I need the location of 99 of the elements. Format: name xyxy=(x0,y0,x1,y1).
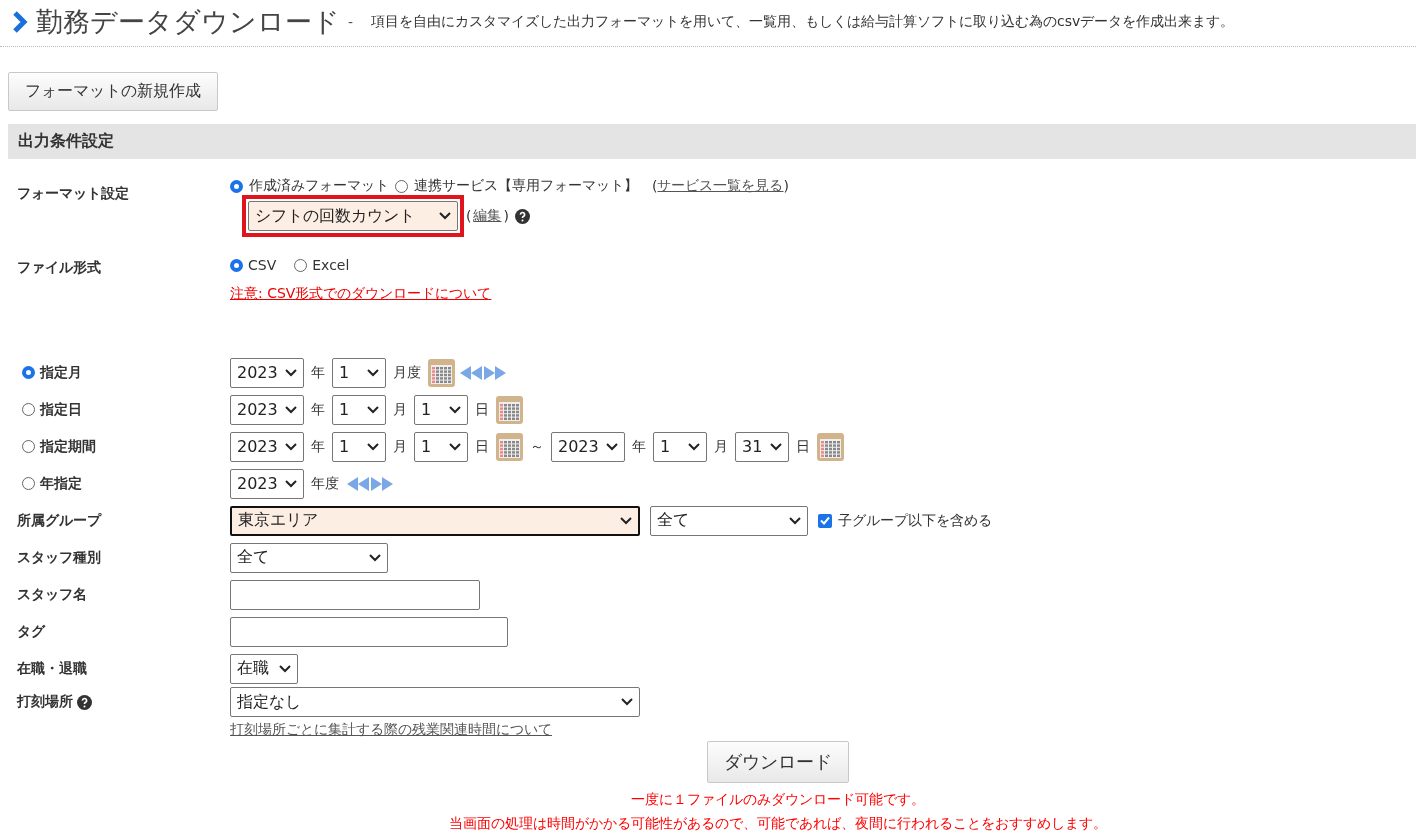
field-label: フォーマット設定 xyxy=(17,184,130,203)
field-label: 在職・退職 xyxy=(17,659,88,678)
new-format-button[interactable]: フォーマットの新規作成 xyxy=(8,72,218,111)
period-label: 指定月 xyxy=(40,363,82,382)
chevron-down-icon xyxy=(285,479,297,488)
chevron-down-icon xyxy=(369,553,381,562)
chevron-down-icon xyxy=(367,442,379,451)
parenthesis-text: ( xyxy=(652,178,658,194)
help-icon[interactable] xyxy=(77,694,92,710)
radio-label: 連携サービス【専用フォーマット】 xyxy=(414,177,638,195)
calendar-icon[interactable] xyxy=(428,358,455,387)
chevron-down-icon xyxy=(770,442,782,451)
chevron-down-icon xyxy=(449,442,461,451)
fast-forward-icon[interactable] xyxy=(370,475,394,492)
unit-label: 年 xyxy=(311,437,325,456)
chevron-down-icon xyxy=(367,368,379,377)
unit-label: 月 xyxy=(393,437,407,456)
chevron-right-icon xyxy=(12,11,28,33)
chevron-down-icon xyxy=(285,442,297,451)
unit-label: 日 xyxy=(475,400,489,419)
unit-label: 年 xyxy=(311,400,325,419)
field-label: スタッフ種別 xyxy=(17,548,102,567)
chevron-down-icon xyxy=(439,212,451,220)
period-label: 指定期間 xyxy=(40,437,96,456)
dropdown[interactable]: 2023 xyxy=(230,394,304,425)
unit-label: 月 xyxy=(714,437,728,456)
chevron-down-icon xyxy=(449,405,461,414)
period-label: 指定日 xyxy=(40,400,82,419)
rewind-icon[interactable] xyxy=(459,364,483,381)
unit-label: 年度 xyxy=(311,474,339,493)
unit-label: 日 xyxy=(475,437,489,456)
unit-label: 年 xyxy=(632,437,646,456)
radio-button[interactable] xyxy=(22,366,35,379)
dropdown[interactable]: 1 xyxy=(414,431,468,462)
dropdown[interactable]: 2023 xyxy=(230,357,304,388)
calendar-icon[interactable] xyxy=(817,432,844,461)
page-title: 勤務データダウンロード xyxy=(36,5,340,39)
field-label: タグ xyxy=(17,622,47,641)
dropdown[interactable]: 指定なし xyxy=(230,687,640,717)
service-list-link[interactable]: サービス一覧を見る xyxy=(657,177,784,195)
dropdown[interactable]: 全て xyxy=(650,505,808,536)
unit-label: 月度 xyxy=(393,363,421,382)
warning-note: 当画面の処理は時間がかかる可能性があるので、可能であれば、夜間に行われることをおすすめします。 xyxy=(449,814,1107,833)
checkbox-label: 子グループ以下を含める xyxy=(838,511,992,530)
unit-label: 年 xyxy=(311,363,325,382)
dropdown[interactable]: 2023 xyxy=(230,468,304,499)
chevron-down-icon xyxy=(620,516,632,525)
chevron-down-icon xyxy=(367,405,379,414)
parenthesis-text: ) xyxy=(783,178,789,194)
chevron-down-icon xyxy=(789,516,801,525)
chevron-down-icon xyxy=(621,698,633,706)
page-description: 項目を自由にカスタマイズした出力フォーマットを用いて、一覧用、もしくは給与計算ソフトに取り込む為のcsvデータを作成出来ます。 xyxy=(371,13,1235,31)
dropdown[interactable]: 1 xyxy=(332,431,386,462)
dropdown[interactable]: 31 xyxy=(735,431,789,462)
radio-label: Excel xyxy=(312,257,350,273)
dropdown[interactable]: 全て xyxy=(230,542,388,573)
chevron-down-icon xyxy=(285,405,297,414)
edit-link[interactable]: 編集 xyxy=(473,207,502,225)
help-icon[interactable] xyxy=(514,208,530,224)
calendar-icon[interactable] xyxy=(496,432,523,461)
rewind-icon[interactable] xyxy=(346,475,370,492)
field-label: 打刻場所 xyxy=(17,693,73,711)
dropdown[interactable]: 1 xyxy=(414,394,468,425)
dropdown[interactable]: 1 xyxy=(653,431,707,462)
warning-note: 一度に１ファイルのみダウンロード可能です。 xyxy=(631,790,925,809)
radio-button[interactable] xyxy=(230,179,243,193)
radio-button[interactable] xyxy=(230,258,243,272)
csv-warning-link[interactable]: 注意: CSV形式でのダウンロードについて xyxy=(230,285,492,303)
field-label: スタッフ名 xyxy=(17,585,88,604)
dropdown[interactable]: 在職 xyxy=(230,653,298,684)
format-dropdown[interactable]: シフトの回数カウント xyxy=(248,201,458,231)
separator-text: - xyxy=(348,14,354,30)
fast-forward-icon[interactable] xyxy=(483,364,507,381)
dropdown[interactable]: 2023 xyxy=(230,431,304,462)
chevron-down-icon xyxy=(606,442,618,451)
radio-label: 作成済みフォーマット xyxy=(249,177,389,195)
radio-label: CSV xyxy=(248,257,277,273)
input-field[interactable] xyxy=(230,616,508,647)
field-label: 所属グループ xyxy=(17,511,103,530)
chevron-down-icon xyxy=(279,664,291,673)
parenthesis-text: ) xyxy=(503,208,509,224)
period-label: 年指定 xyxy=(40,474,82,493)
dropdown[interactable]: 2023 xyxy=(551,431,625,462)
unit-label: 月 xyxy=(393,400,407,419)
input-field[interactable] xyxy=(230,579,480,610)
calendar-icon[interactable] xyxy=(496,395,523,424)
dropdown[interactable]: 1 xyxy=(332,357,386,388)
dropdown[interactable]: 1 xyxy=(332,394,386,425)
checkbox[interactable] xyxy=(818,513,832,528)
overtime-info-link[interactable]: 打刻場所ごとに集計する際の残業関連時間について xyxy=(230,721,640,739)
group-dropdown[interactable]: 東京エリア xyxy=(230,505,640,536)
parenthesis-text: ( xyxy=(466,208,472,224)
field-label: ファイル形式 xyxy=(17,258,102,277)
unit-label: 日 xyxy=(796,437,810,456)
download-button[interactable]: ダウンロード xyxy=(707,741,849,783)
unit-label: ～ xyxy=(530,437,544,456)
chevron-down-icon xyxy=(688,442,700,451)
chevron-down-icon xyxy=(285,368,297,377)
section-header: 出力条件設定 xyxy=(8,124,1416,159)
